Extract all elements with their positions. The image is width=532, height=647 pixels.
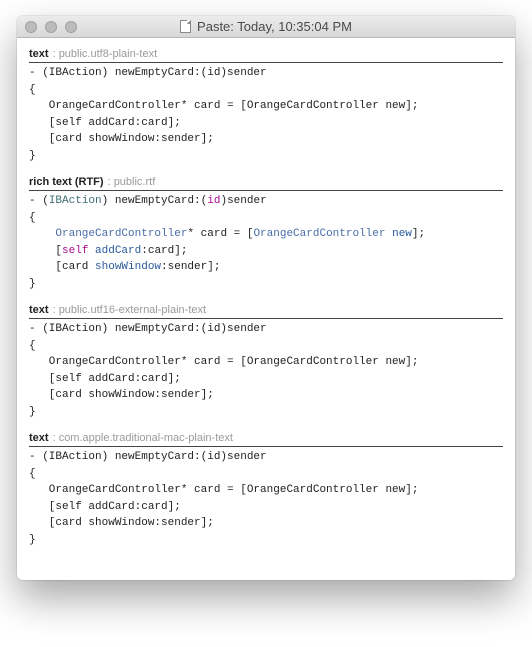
section-type: : public.utf16-external-plain-text: [53, 304, 206, 316]
section-type: : public.rtf: [108, 176, 156, 188]
document-icon: [180, 20, 191, 33]
code-block[interactable]: - (IBAction) newEmptyCard:(id)sender { O…: [29, 193, 503, 292]
code-block[interactable]: - (IBAction) newEmptyCard:(id)sender { O…: [29, 321, 503, 420]
close-icon[interactable]: [25, 21, 37, 33]
section-label: rich text (RTF): [29, 176, 104, 188]
window-title-container: Paste: Today, 10:35:04 PM: [17, 19, 515, 34]
section-header: rich text (RTF) : public.rtf: [29, 176, 503, 191]
minimize-icon[interactable]: [45, 21, 57, 33]
section-header: text : com.apple.traditional-mac-plain-t…: [29, 432, 503, 447]
section-label: text: [29, 432, 49, 444]
paste-section-utf16: text : public.utf16-external-plain-text …: [29, 304, 503, 420]
section-header: text : public.utf16-external-plain-text: [29, 304, 503, 319]
window-title: Paste: Today, 10:35:04 PM: [197, 19, 352, 34]
paste-section-rtf: rich text (RTF) : public.rtf - (IBAction…: [29, 176, 503, 292]
paste-section-utf8: text : public.utf8-plain-text - (IBActio…: [29, 48, 503, 164]
section-label: text: [29, 48, 49, 60]
code-block[interactable]: - (IBAction) newEmptyCard:(id)sender { O…: [29, 449, 503, 548]
code-block[interactable]: - (IBAction) newEmptyCard:(id)sender { O…: [29, 65, 503, 164]
section-type: : com.apple.traditional-mac-plain-text: [53, 432, 233, 444]
titlebar[interactable]: Paste: Today, 10:35:04 PM: [17, 16, 515, 38]
paste-section-mac: text : com.apple.traditional-mac-plain-t…: [29, 432, 503, 548]
section-label: text: [29, 304, 49, 316]
window: Paste: Today, 10:35:04 PM text : public.…: [17, 16, 515, 580]
section-type: : public.utf8-plain-text: [53, 48, 158, 60]
content-area: text : public.utf8-plain-text - (IBActio…: [17, 38, 515, 580]
zoom-icon[interactable]: [65, 21, 77, 33]
section-header: text : public.utf8-plain-text: [29, 48, 503, 63]
window-controls: [25, 21, 77, 33]
